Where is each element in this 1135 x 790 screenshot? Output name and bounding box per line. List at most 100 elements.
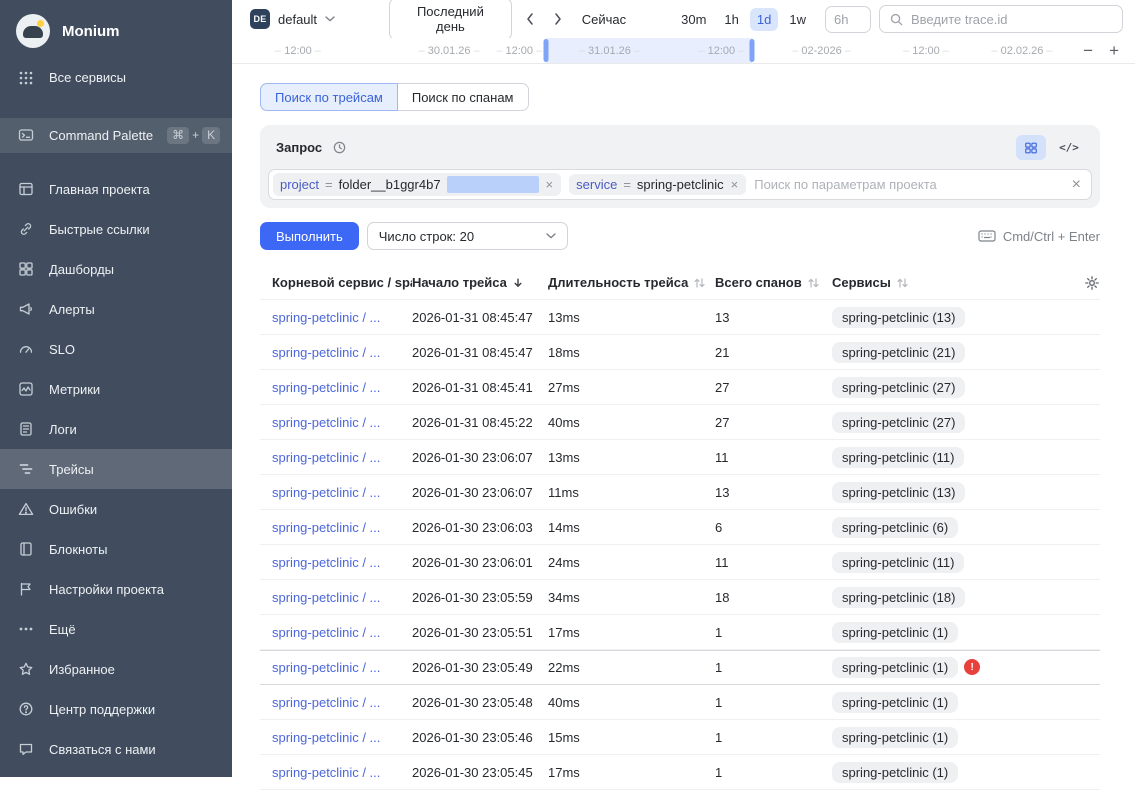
sidebar-item-all-services[interactable]: Все сервисы [0,60,232,96]
trace-row[interactable]: spring-petclinic / ...2026-01-30 23:06:0… [260,440,1100,475]
sidebar-item-quick-links[interactable]: Быстрые ссылки [0,209,232,249]
sidebar-item-notebooks[interactable]: Блокноты [0,529,232,569]
trace-link[interactable]: spring-petclinic / ... [272,415,380,430]
trace-link[interactable]: spring-petclinic / ... [272,380,380,395]
custom-range-input[interactable] [825,6,871,33]
sidebar-item-label: Логи [49,422,77,437]
sidebar-item-errors[interactable]: Ошибки [0,489,232,529]
trace-link[interactable]: spring-petclinic / ... [272,450,380,465]
timeline-tick-label: 02-2026 [792,45,851,57]
trace-link[interactable]: spring-petclinic / ... [272,555,380,570]
trace-row[interactable]: spring-petclinic / ...2026-01-30 23:05:4… [260,650,1100,685]
trace-row[interactable]: spring-petclinic / ...2026-01-30 23:05:5… [260,615,1100,650]
column-header-0[interactable]: Корневой сервис / spa [272,275,412,290]
trace-row[interactable]: spring-petclinic / ...2026-01-30 23:06:0… [260,545,1100,580]
trace-row[interactable]: spring-petclinic / ...2026-01-30 23:06:0… [260,475,1100,510]
column-header-1[interactable]: Начало трейса [412,275,548,290]
trace-link[interactable]: spring-petclinic / ... [272,485,380,500]
timeline-tick-label: 12:00 [275,45,321,57]
trace-link[interactable]: spring-petclinic / ... [272,765,380,780]
tab-search-by-traces[interactable]: Поиск по трейсам [260,83,398,111]
column-header-2[interactable]: Длительность трейса [548,275,715,290]
service-chip: spring-petclinic (1) [832,762,958,783]
sidebar-item-favorites[interactable]: Избранное [0,649,232,689]
trace-search-input[interactable] [911,12,1113,27]
service-chip: spring-petclinic (11) [832,447,964,468]
remove-filter-icon[interactable]: × [730,177,740,192]
run-query-button[interactable]: Выполнить [260,222,359,250]
trace-link[interactable]: spring-petclinic / ... [272,625,380,640]
selection-start-handle[interactable] [544,39,549,62]
trace-link[interactable]: spring-petclinic / ... [272,590,380,605]
sidebar-item-command-palette[interactable]: Command Palette ⌘ + K [0,118,232,154]
range-button-1h[interactable]: 1h [717,8,745,31]
metrics-icon [17,381,35,397]
form-view-button[interactable] [1016,135,1046,160]
zoom-in-button[interactable]: + [1109,42,1119,59]
trace-link[interactable]: spring-petclinic / ... [272,520,380,535]
trace-row[interactable]: spring-petclinic / ...2026-01-30 23:05:4… [260,685,1100,720]
clear-query-icon[interactable]: × [1072,177,1081,193]
trace-row[interactable]: spring-petclinic / ...2026-01-30 23:05:4… [260,755,1100,790]
trace-duration: 13ms [548,310,715,325]
period-button[interactable]: Последний день [389,0,512,40]
query-filter-chip-service[interactable]: service=spring-petclinic× [569,174,746,195]
trace-row[interactable]: spring-petclinic / ...2026-01-31 08:45:4… [260,300,1100,335]
query-filter-chip-project[interactable]: project=folder__b1ggr4b7× [273,173,561,196]
trace-link[interactable]: spring-petclinic / ... [272,730,380,745]
sidebar-item-logs[interactable]: Логи [0,409,232,449]
trace-search[interactable] [879,5,1123,33]
trace-row[interactable]: spring-petclinic / ...2026-01-30 23:06:0… [260,510,1100,545]
sidebar-item-project-settings[interactable]: Настройки проекта [0,569,232,609]
range-button-30m[interactable]: 30m [674,8,713,31]
rows-count-select[interactable]: Число строк: 20 [367,222,568,250]
now-button[interactable]: Сейчас [576,8,632,31]
sidebar-item-traces[interactable]: Трейсы [0,449,232,489]
sidebar-item-dashboards[interactable]: Дашборды [0,249,232,289]
trace-link[interactable]: spring-petclinic / ... [272,695,380,710]
sidebar-item-contact[interactable]: Связаться с нами [0,729,232,769]
sidebar-item-slo[interactable]: SLO [0,329,232,369]
project-switcher[interactable]: DE default [250,9,335,29]
tab-search-by-spans[interactable]: Поиск по спанам [397,83,529,111]
sidebar-item-more[interactable]: Ещё [0,609,232,649]
service-chip: spring-petclinic (11) [832,552,964,573]
trace-row[interactable]: spring-petclinic / ...2026-01-30 23:05:5… [260,580,1100,615]
sidebar-item-metrics[interactable]: Метрики [0,369,232,409]
query-history-icon[interactable] [332,140,347,155]
sidebar-item-support[interactable]: Центр поддержки [0,689,232,729]
home-logo[interactable]: Monium [0,10,232,60]
trace-link[interactable]: spring-petclinic / ... [272,345,380,360]
trace-row[interactable]: spring-petclinic / ...2026-01-31 08:45:2… [260,405,1100,440]
alert-icon [17,301,35,317]
selection-end-handle[interactable] [750,39,755,62]
table-settings-gear-icon[interactable] [1072,275,1100,291]
column-header-4[interactable]: Сервисы [832,275,1072,290]
table-header-row: Корневой сервис / spaНачало трейса Длител… [260,266,1100,300]
trace-row[interactable]: spring-petclinic / ...2026-01-31 08:45:4… [260,370,1100,405]
next-period-button[interactable] [548,9,568,29]
code-view-button[interactable]: </> [1054,135,1084,160]
main-content: Поиск по трейсам Поиск по спанам Запрос … [232,64,1135,777]
trace-row[interactable]: spring-petclinic / ...2026-01-30 23:05:4… [260,720,1100,755]
sidebar-item-alerts[interactable]: Алерты [0,289,232,329]
range-button-1d[interactable]: 1d [750,8,778,31]
kbd-plus: + [192,128,199,142]
trace-link[interactable]: spring-petclinic / ... [272,660,380,675]
timeline-track[interactable]: 12:0030.01.2612:0031.01.2612:0002-202612… [232,38,1067,63]
sidebar-item-project-home[interactable]: Главная проекта [0,169,232,209]
prev-period-button[interactable] [520,9,540,29]
timeline-tick-label: 02.02.26 [991,45,1052,57]
remove-filter-icon[interactable]: × [545,177,555,192]
column-header-3[interactable]: Всего спанов [715,275,832,290]
flag-icon [17,581,35,597]
query-input[interactable]: project=folder__b1ggr4b7× service=spring-… [268,169,1092,200]
trace-duration: 17ms [548,625,715,640]
service-chip: spring-petclinic (1) [832,727,958,748]
query-title: Запрос [276,140,322,155]
trace-link[interactable]: spring-petclinic / ... [272,310,380,325]
range-button-1w[interactable]: 1w [782,8,813,31]
zoom-out-button[interactable]: − [1083,42,1093,59]
trace-row[interactable]: spring-petclinic / ...2026-01-31 08:45:4… [260,335,1100,370]
column-label: Начало трейса [412,275,507,290]
